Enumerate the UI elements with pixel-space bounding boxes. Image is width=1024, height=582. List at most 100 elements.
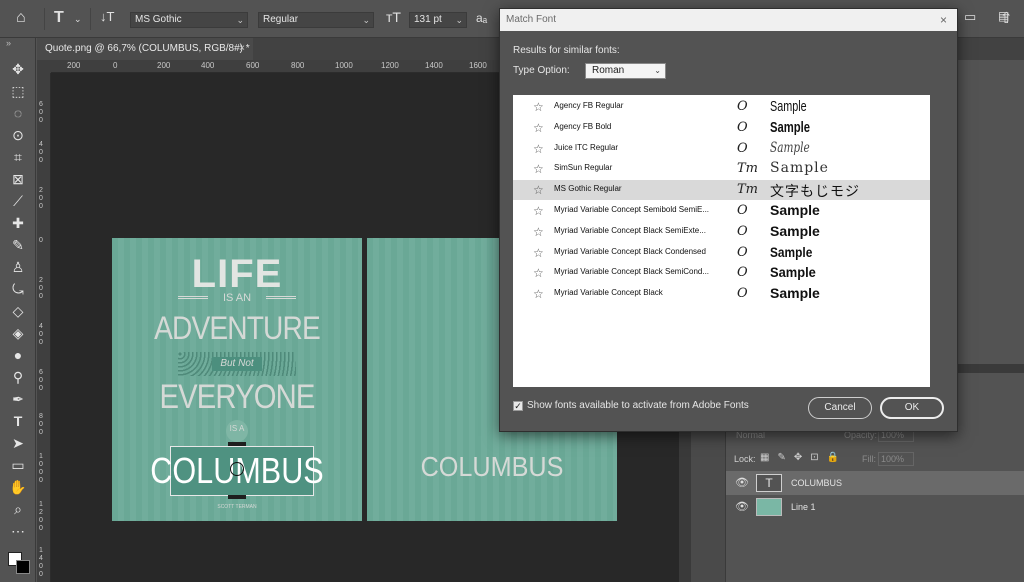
antialias-icon[interactable]: aₐ (476, 11, 487, 25)
background-color-swatch[interactable] (16, 560, 30, 574)
type-option-label: Type Option: (513, 65, 570, 76)
ok-button[interactable]: OK (880, 397, 944, 419)
layer-row-line-1[interactable]: 👁 Line 1 (726, 495, 1024, 519)
history-brush-icon[interactable]: ⤿ (9, 280, 27, 298)
vertical-ruler: 6 0 0 4 0 0 2 0 0 0 2 0 0 4 0 0 6 0 0 8 0 0 1 0 … (37, 73, 51, 582)
favorite-star-icon[interactable]: ☆ (533, 204, 544, 218)
favorite-star-icon[interactable]: ☆ (533, 225, 544, 239)
font-type-icon: O (737, 223, 748, 239)
pen-tool-icon[interactable]: ✒ (9, 390, 27, 408)
brush-tool-icon[interactable]: ✎ (9, 236, 27, 254)
cancel-button[interactable]: Cancel (808, 397, 872, 419)
show-adobe-fonts-row[interactable]: ✓ Show fonts available to activate from A… (513, 400, 749, 411)
close-icon[interactable]: × (940, 9, 947, 31)
quick-select-tool-icon[interactable]: ⊙ (9, 126, 27, 144)
font-name: Myriad Variable Concept Semibold SemiE..… (554, 205, 710, 214)
lock-icons[interactable]: ▦✎✥⊡🔒 (760, 452, 847, 463)
font-name: SimSun Regular (554, 163, 613, 173)
tab-quote-png[interactable]: Quote.png @ 66,7% (COLUMBUS, RGB/8#) * × (37, 38, 253, 60)
favorite-star-icon[interactable]: ☆ (533, 266, 544, 280)
font-type-icon: O (737, 99, 748, 114)
text-orientation-icon[interactable]: ↓T (100, 9, 114, 24)
type-option-select[interactable]: Roman ⌄ (585, 63, 666, 79)
marquee-tool-icon[interactable]: ⬚ (9, 82, 27, 100)
ruler-tick-label: 1600 (469, 61, 487, 70)
collapse-icon[interactable]: » (6, 38, 11, 48)
eraser-tool-icon[interactable]: ◇ (9, 302, 27, 320)
font-sample: Sample (770, 222, 820, 239)
lasso-tool-icon[interactable]: ◌ (9, 104, 27, 122)
favorite-star-icon[interactable]: ☆ (533, 183, 544, 197)
visibility-eye-icon[interactable]: 👁 (735, 471, 749, 495)
ruler-tick-label: 1200 (381, 61, 399, 70)
favorite-star-icon[interactable]: ☆ (533, 287, 544, 301)
font-type-icon: O (737, 119, 748, 135)
fill-label: Fill: (862, 454, 876, 464)
favorite-star-icon[interactable]: ☆ (533, 246, 544, 260)
font-result-row[interactable]: ☆ Myriad Variable Concept Black O Sample (513, 284, 930, 304)
favorite-star-icon[interactable]: ☆ (533, 142, 544, 156)
results-label: Results for similar fonts: (513, 45, 620, 56)
dialog-title-bar[interactable]: Match Font × (500, 9, 957, 31)
favorite-star-icon[interactable]: ☆ (533, 100, 544, 114)
font-name: MS Gothic Regular (554, 184, 622, 194)
poster-artboard-left[interactable]: LIFE IS AN ADVENTURE But Not EVERYONE IS… (112, 238, 362, 521)
stamp-tool-icon[interactable]: ♙ (9, 258, 27, 276)
more-tools-icon[interactable]: ⋯ (9, 522, 27, 540)
eyedropper-tool-icon[interactable]: ⟋ (9, 192, 27, 210)
frame-tool-icon[interactable]: ⊠ (9, 170, 27, 188)
show-adobe-fonts-checkbox[interactable]: ✓ (513, 401, 523, 411)
font-result-row[interactable]: ☆ SimSun Regular Tт Sample (513, 159, 930, 179)
ruler-tick-label: 0 (113, 61, 118, 70)
zoom-tool-icon[interactable]: ⌕ (9, 500, 27, 518)
font-result-row[interactable]: ☆ Myriad Variable Concept Semibold SemiE.… (513, 201, 930, 221)
font-result-row[interactable]: ☆ Myriad Variable Concept Black SemiExte.… (513, 222, 930, 242)
layer-thumbnail (756, 498, 782, 516)
text-layer-thumbnail: T (756, 474, 782, 492)
font-result-row[interactable]: ☆ Myriad Variable Concept Black SemiCond.… (513, 263, 930, 283)
text-tool-icon[interactable]: T (54, 9, 64, 27)
ruler-tick-label: 6 0 0 (39, 369, 43, 392)
rectangle-tool-icon[interactable]: ▭ (9, 456, 27, 474)
font-type-icon: Tт (737, 182, 758, 198)
favorite-star-icon[interactable]: ☆ (533, 121, 544, 135)
favorite-star-icon[interactable]: ☆ (533, 162, 544, 176)
chevron-down-icon[interactable]: ⌄ (74, 14, 82, 25)
font-type-icon: O (737, 244, 748, 260)
divider (44, 8, 45, 30)
font-result-row[interactable]: ☆ Agency FB Regular O Sample (513, 97, 930, 117)
font-style-select[interactable]: Regular ⌄ (258, 12, 374, 28)
dodge-tool-icon[interactable]: ⚲ (9, 368, 27, 386)
lock-label: Lock: (734, 454, 756, 464)
crop-tool-icon[interactable]: ⌗ (9, 148, 27, 166)
blur-tool-icon[interactable]: ● (9, 346, 27, 364)
share-icon[interactable]: ⇧ (1000, 9, 1013, 27)
font-result-row[interactable]: ☆ Agency FB Bold O Sample (513, 118, 930, 138)
font-type-icon: O (737, 265, 748, 281)
font-result-row[interactable]: ☆ Juice ITC Regular O Sample (513, 139, 930, 159)
path-selection-icon[interactable]: ➤ (9, 434, 27, 452)
poster-author: SCOTT TERMAN (217, 504, 257, 510)
layer-row-columbus[interactable]: 👁 T COLUMBUS (726, 471, 1024, 495)
font-family-select[interactable]: MS Gothic ⌄ (130, 12, 248, 28)
font-size-select[interactable]: 131 pt ⌄ (409, 12, 467, 28)
chevron-down-icon: ⌄ (654, 66, 661, 75)
ruler-tick-label: 2 0 0 (39, 277, 43, 300)
font-sample: Sample (770, 118, 811, 136)
home-icon[interactable]: ⌂ (16, 9, 26, 27)
visibility-eye-icon[interactable]: 👁 (735, 495, 749, 519)
warp-text-icon[interactable]: ▭ (964, 9, 976, 25)
hand-tool-icon[interactable]: ✋ (9, 478, 27, 496)
poster-life: LIFE (191, 252, 283, 296)
font-result-row[interactable]: ☆ MS Gothic Regular Tт 文字もじモジ (513, 180, 930, 201)
close-tab-icon[interactable]: × (239, 38, 245, 60)
font-result-row[interactable]: ☆ Myriad Variable Concept Black Condensed… (513, 243, 930, 263)
healing-brush-icon[interactable]: ✚ (9, 214, 27, 232)
font-size-icon: ᴛT (386, 9, 401, 25)
font-type-icon: O (737, 140, 748, 156)
move-tool-icon[interactable]: ✥ (9, 60, 27, 78)
paint-bucket-icon[interactable]: ◈ (9, 324, 27, 342)
type-tool-icon[interactable]: T (9, 412, 27, 430)
fill-field[interactable]: 100% (878, 452, 914, 466)
poster-columbus-right: COLUMBUS (420, 451, 564, 482)
